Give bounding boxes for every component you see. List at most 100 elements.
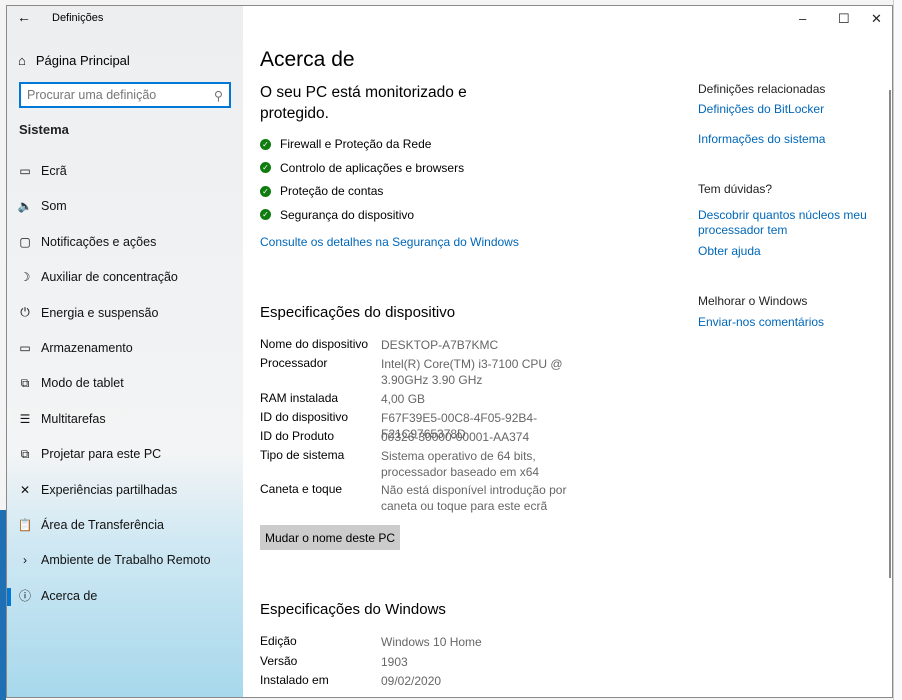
related-settings-heading: Definições relacionadas <box>698 82 826 96</box>
nav-icon: ▭ <box>19 164 31 178</box>
nav-icon: › <box>23 553 27 568</box>
spec-row: Instalado em 09/02/2020 <box>260 673 596 689</box>
nav-icon: ▭ <box>19 341 31 355</box>
nav-icon: ⧉ <box>20 375 30 390</box>
spec-value: 1903 <box>381 655 408 669</box>
bitlocker-link[interactable]: Definições do BitLocker <box>698 102 824 116</box>
close-button[interactable]: ✕ <box>871 11 882 27</box>
page-title: Acerca de <box>260 48 355 71</box>
sidebar-item-0[interactable]: ▭ Ecrã <box>7 155 243 187</box>
spec-label: Processador <box>260 356 328 370</box>
sidebar-item-1[interactable]: 🔈 Som <box>7 190 243 222</box>
nav-icon: ☽ <box>19 270 31 285</box>
system-info-link[interactable]: Informações do sistema <box>698 132 825 146</box>
spec-label: Caneta e toque <box>260 482 343 496</box>
sidebar-item-2[interactable]: ▢ Notificações e ações <box>7 226 243 258</box>
settings-window: ← Definições ⌂ Página Principal Procurar … <box>6 5 893 698</box>
minimize-button[interactable]: – <box>799 11 806 26</box>
search-input[interactable]: Procurar uma definição ⚲ <box>19 82 231 108</box>
nav-icon: ⏻ <box>20 305 30 320</box>
sidebar-item-11[interactable]: › Ambiente de Trabalho Remoto <box>7 544 243 576</box>
sidebar-item-label: Auxiliar de concentração <box>41 270 178 285</box>
sidebar-item-label: Área de Transferência <box>41 518 164 532</box>
spec-label: ID do Produto <box>260 429 335 443</box>
improve-heading: Melhorar o Windows <box>698 294 808 308</box>
nav-icon: ▢ <box>19 234 31 249</box>
maximize-button[interactable]: ☐ <box>838 11 850 27</box>
questions-heading: Tem dúvidas? <box>698 182 773 196</box>
spec-value: Não está disponível introdução por canet… <box>381 483 567 513</box>
spec-label: Versão <box>260 654 298 668</box>
sidebar-item-8[interactable]: ⧉ Projetar para este PC <box>7 438 243 470</box>
home-icon: ⌂ <box>18 53 26 68</box>
security-check-item: ✓ Controlo de aplicações e browsers <box>260 161 464 175</box>
sidebar-item-label: Notificações e ações <box>41 234 157 249</box>
spec-value: 4,00 GB <box>381 392 426 406</box>
nav-icon: ✕ <box>19 482 31 497</box>
device-specs-heading: Especificações do dispositivo <box>260 304 456 321</box>
sidebar-item-label: Acerca de <box>41 588 98 603</box>
spec-label: Instalado em <box>260 673 329 687</box>
spec-label: Nome do dispositivo <box>260 337 369 351</box>
cores-link[interactable]: Descobrir quantos núcleos meu processado… <box>698 208 868 238</box>
spec-row: Edição Windows 10 Home <box>260 634 596 650</box>
home-link[interactable]: ⌂ Página Principal <box>18 53 130 68</box>
sidebar-item-4[interactable]: ⏻ Energia e suspensão <box>7 297 243 329</box>
sidebar-item-3[interactable]: ☽ Auxiliar de concentração <box>7 261 243 293</box>
content: – ☐ ✕ Acerca de O seu PC está monitoriza… <box>243 6 892 697</box>
check-label: Controlo de aplicações e browsers <box>280 160 465 175</box>
sidebar-item-7[interactable]: ☰ Multitarefas <box>7 403 243 435</box>
spec-row: RAM instalada 4,00 GB <box>260 391 596 407</box>
checkmark-icon: ✓ <box>260 185 271 197</box>
windows-specs-heading: Especificações do Windows <box>260 601 446 618</box>
sidebar: ← Definições ⌂ Página Principal Procurar … <box>7 6 243 697</box>
spec-value: Intel(R) Core(TM) i3-7100 CPU @ 3.90GHz … <box>381 357 563 387</box>
help-link[interactable]: Obter ajuda <box>698 244 761 258</box>
spec-row: Versão 1903 <box>260 654 596 670</box>
security-details-link[interactable]: Consulte os detalhes na Segurança do Win… <box>260 235 519 249</box>
spec-row: Processador Intel(R) Core(TM) i3-7100 CPU… <box>260 356 596 388</box>
spec-value: 09/02/2020 <box>381 674 442 688</box>
window-title: Definições <box>52 12 104 24</box>
sidebar-item-label: Modo de tablet <box>41 376 124 391</box>
spec-label: Edição <box>260 634 297 648</box>
sidebar-item-6[interactable]: ⧉ Modo de tablet <box>7 367 243 399</box>
nav-icon: 🔈 <box>17 199 33 214</box>
spec-value: Windows 10 Home <box>381 635 482 649</box>
spec-label: RAM instalada <box>260 391 339 405</box>
spec-value: Sistema operativo de 64 bits, processado… <box>381 449 540 479</box>
sidebar-item-12[interactable]: ⓘ Acerca de <box>7 580 243 612</box>
sidebar-item-label: Som <box>41 199 67 214</box>
check-label: Segurança do dispositivo <box>280 207 415 222</box>
feedback-link[interactable]: Enviar-nos comentários <box>698 315 824 329</box>
nav-icon: ☰ <box>19 411 31 426</box>
sidebar-item-label: Multitarefas <box>41 411 106 426</box>
spec-row: Caneta e toque Não está disponível introd… <box>260 482 596 514</box>
checkmark-icon: ✓ <box>260 209 271 220</box>
security-check-item: ✓ Segurança do dispositivo <box>260 208 414 222</box>
check-label: Firewall e Proteção da Rede <box>280 137 432 151</box>
nav-icon: ⓘ <box>18 589 31 604</box>
spec-label: Tipo de sistema <box>260 448 345 462</box>
checkmark-icon: ✓ <box>260 162 271 173</box>
sidebar-item-10[interactable]: 📋 Área de Transferência <box>7 509 243 541</box>
checkmark-icon: ✓ <box>260 138 271 150</box>
rename-pc-button[interactable]: Mudar o nome deste PC <box>260 525 400 550</box>
spec-row: Nome do dispositivo DESKTOP-A7B7KMC <box>260 337 596 353</box>
protection-status: O seu PC está monitorizado e protegido. <box>260 84 467 122</box>
spec-value: 00326-30000-00001-AA374 <box>381 430 530 444</box>
security-check-item: ✓ Firewall e Proteção da Rede <box>260 137 431 151</box>
sidebar-item-label: Ecrã <box>41 164 67 178</box>
back-button[interactable]: ← <box>17 9 31 25</box>
sidebar-item-label: Experiências partilhadas <box>41 482 178 497</box>
sidebar-item-5[interactable]: ▭ Armazenamento <box>7 332 243 364</box>
check-label: Proteção de contas <box>280 184 384 198</box>
scrollbar[interactable] <box>889 90 891 578</box>
spec-row: Tipo de sistema Sistema operativo de 64 b… <box>260 448 596 480</box>
sidebar-item-9[interactable]: ✕ Experiências partilhadas <box>7 474 243 506</box>
nav-icon: 📋 <box>17 518 33 532</box>
sidebar-item-label: Projetar para este PC <box>41 447 162 462</box>
security-check-item: ✓ Proteção de contas <box>260 184 383 198</box>
spec-row: ID do Produto 00326-30000-00001-AA374 <box>260 429 596 445</box>
sidebar-item-label: Energia e suspensão <box>41 305 159 320</box>
